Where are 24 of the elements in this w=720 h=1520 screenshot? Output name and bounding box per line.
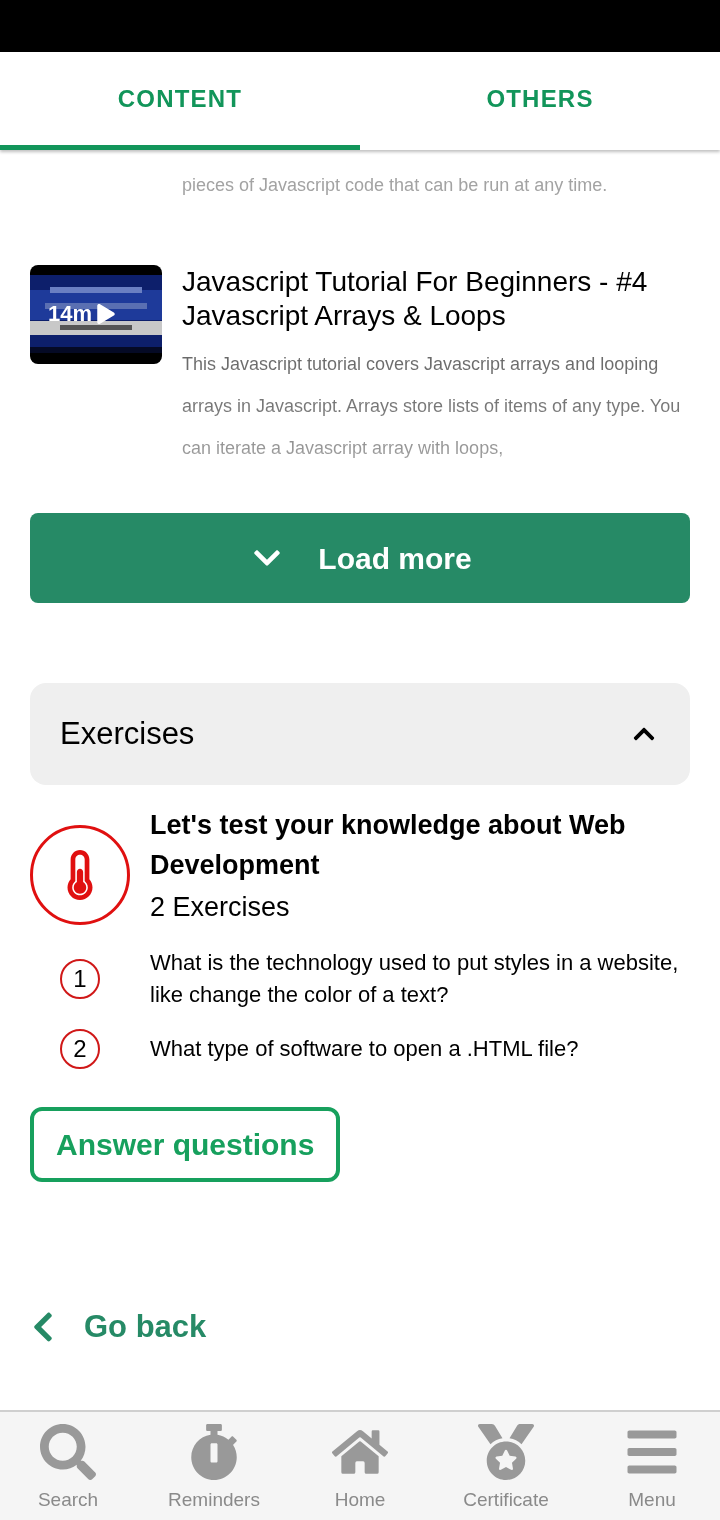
tab[interactable]: OTHERS	[360, 52, 720, 150]
question-number: 2	[60, 1029, 100, 1069]
quiz-title: Let's test your knowledge about Web Development	[150, 809, 627, 882]
video-title[interactable]: Javascript Tutorial For Beginners - #4 Javascript Arrays & Loops	[182, 265, 690, 333]
nav-item[interactable]: Home	[300, 1412, 420, 1520]
exercise-count: 2 Exercises	[150, 891, 291, 924]
nav-item[interactable]: Certificate	[446, 1412, 566, 1520]
question-number: 1	[60, 959, 100, 999]
answer-questions-button[interactable]: Answer questions	[30, 1107, 341, 1182]
thermometer-icon	[65, 850, 95, 900]
load-more-button[interactable]: Load more	[30, 513, 690, 603]
medal-icon	[478, 1423, 534, 1480]
question-text: What type of software to open a .HTML file?	[150, 1035, 579, 1063]
play-icon[interactable]	[96, 304, 117, 324]
tab[interactable]: CONTENT	[0, 52, 360, 150]
exercises-header[interactable]: Exercises	[30, 683, 690, 785]
nav-item[interactable]: Menu	[592, 1412, 712, 1520]
nav-item[interactable]: Reminders	[154, 1412, 274, 1520]
item-description: pieces of Javascript code that can be run at any time.	[181, 174, 609, 197]
question-text: What is the technology used to put styles in a website, like change the color of a text?	[150, 949, 680, 1009]
go-back-link[interactable]: Go back	[30, 1303, 207, 1350]
nav-item[interactable]: Search	[8, 1412, 128, 1520]
search-icon	[40, 1423, 96, 1480]
duration-label: 14m	[48, 303, 93, 325]
